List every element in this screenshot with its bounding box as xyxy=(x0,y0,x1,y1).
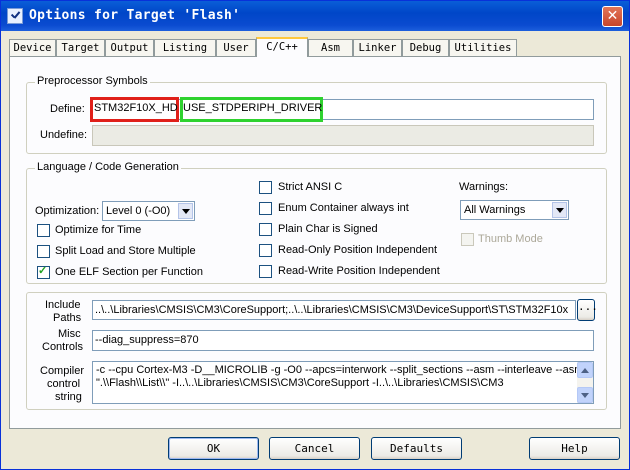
misc-label-2: Controls xyxy=(42,341,83,353)
ok-button[interactable]: OK xyxy=(168,437,259,460)
language-group-title: Language / Code Generation xyxy=(35,161,181,173)
enum-container-checkbox[interactable] xyxy=(259,202,272,215)
close-button[interactable]: ✕ xyxy=(602,6,623,27)
compiler-label-3: string xyxy=(55,391,82,403)
define-value-b: USE_STDPERIPH_DRIVER xyxy=(183,102,323,114)
cpp-tab-panel: Preprocessor Symbols Define: STM32F10X_H… xyxy=(9,56,621,429)
include-label-1: Include xyxy=(45,299,81,311)
enum-container-label: Enum Container always int xyxy=(278,202,409,214)
scroll-up-icon[interactable] xyxy=(577,362,593,378)
rw-pi-label: Read-Write Position Independent xyxy=(278,265,440,277)
help-button[interactable]: Help xyxy=(529,437,620,460)
include-label-2: Paths xyxy=(53,312,82,324)
plain-char-label: Plain Char is Signed xyxy=(278,223,378,235)
optimize-time-checkbox[interactable] xyxy=(37,224,50,237)
define-label: Define: xyxy=(50,103,85,115)
include-paths-value: ..\..\Libraries\CMSIS\CM3\CoreSupport;..… xyxy=(95,304,569,316)
misc-label-1: Misc xyxy=(58,328,81,340)
compiler-scrollbar[interactable] xyxy=(577,362,593,403)
warnings-select[interactable]: All Warnings xyxy=(460,200,569,220)
strict-ansi-checkbox[interactable] xyxy=(259,181,272,194)
chevron-down-icon[interactable] xyxy=(552,202,567,218)
scroll-down-icon[interactable] xyxy=(577,387,593,403)
undefine-label: Undefine: xyxy=(40,129,88,141)
browse-include-button[interactable]: ... xyxy=(577,299,598,321)
tab-device[interactable]: Device xyxy=(9,39,56,56)
tab-c-cpp[interactable]: C/C++ xyxy=(256,37,308,57)
tab-listing[interactable]: Listing xyxy=(154,39,216,56)
optimize-time-label: Optimize for Time xyxy=(55,224,142,236)
chevron-down-icon[interactable] xyxy=(178,203,193,219)
checkmark-app-icon xyxy=(7,8,23,24)
optimization-label: Optimization: xyxy=(35,205,100,217)
one-elf-checkbox[interactable]: ✓ xyxy=(37,265,50,279)
rw-pi-checkbox[interactable] xyxy=(259,265,272,278)
tab-user[interactable]: User xyxy=(216,39,256,56)
thumb-mode-label: Thumb Mode xyxy=(478,233,543,245)
split-load-label: Split Load and Store Multiple xyxy=(55,245,196,257)
tab-asm[interactable]: Asm xyxy=(308,39,353,56)
optimization-value: Level 0 (-O0) xyxy=(106,205,171,217)
define-value-a: STM32F10X_HD xyxy=(94,102,178,114)
tab-utilities[interactable]: Utilities xyxy=(449,39,517,56)
split-load-checkbox[interactable] xyxy=(37,245,50,258)
close-icon: ✕ xyxy=(606,8,619,24)
compiler-label-2: control xyxy=(47,378,81,390)
compiler-label-1: Compiler xyxy=(40,365,85,377)
warnings-value: All Warnings xyxy=(464,204,526,216)
check-icon: ✓ xyxy=(38,265,48,277)
window-title: Options for Target 'Flash' xyxy=(29,8,241,23)
defaults-button[interactable]: Defaults xyxy=(371,437,462,460)
compiler-control-string[interactable]: -c --cpu Cortex-M3 -D__MICROLIB -g -O0 -… xyxy=(92,361,594,404)
compiler-line-1: -c --cpu Cortex-M3 -D__MICROLIB -g -O0 -… xyxy=(96,364,594,376)
ro-pi-checkbox[interactable] xyxy=(259,244,272,257)
misc-controls-value: --diag_suppress=870 xyxy=(95,334,199,346)
compiler-line-2: ".\\Flash\\List\\" -I..\..\Libraries\CMS… xyxy=(96,377,504,389)
strict-ansi-label: Strict ANSI C xyxy=(278,181,343,193)
misc-controls-input[interactable]: --diag_suppress=870 xyxy=(92,330,594,351)
include-paths-input[interactable]: ..\..\Libraries\CMSIS\CM3\CoreSupport;..… xyxy=(92,300,576,320)
tab-output[interactable]: Output xyxy=(105,39,154,56)
title-bar[interactable]: Options for Target 'Flash' ✕ xyxy=(1,1,629,31)
options-dialog: Options for Target 'Flash' ✕ Device Targ… xyxy=(0,0,630,470)
tab-linker[interactable]: Linker xyxy=(353,39,402,56)
plain-char-checkbox[interactable] xyxy=(259,223,272,236)
one-elf-label: One ELF Section per Function xyxy=(55,266,203,278)
tab-target[interactable]: Target xyxy=(56,39,105,56)
preprocessor-group-title: Preprocessor Symbols xyxy=(35,75,150,87)
cancel-button[interactable]: Cancel xyxy=(269,437,360,460)
tab-debug[interactable]: Debug xyxy=(402,39,449,56)
ro-pi-label: Read-Only Position Independent xyxy=(278,244,437,256)
optimization-select[interactable]: Level 0 (-O0) xyxy=(102,201,195,221)
thumb-mode-checkbox[interactable] xyxy=(461,233,474,246)
warnings-label: Warnings: xyxy=(459,181,509,193)
undefine-input[interactable] xyxy=(92,125,594,146)
